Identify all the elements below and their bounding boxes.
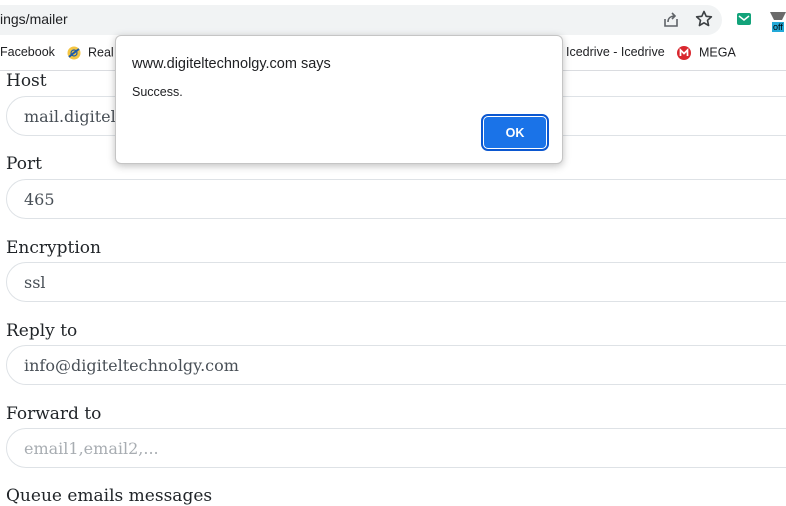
- bookmark-label: Icedrive - Icedrive: [566, 45, 665, 59]
- mega-icon: [677, 46, 691, 60]
- share-icon[interactable]: [662, 11, 680, 29]
- off-extension-icon[interactable]: off: [766, 10, 786, 32]
- alert-dialog: www.digiteltechnolgy.com says Success. O…: [115, 35, 563, 164]
- reply-to-input[interactable]: info@digiteltechnolgy.com: [6, 345, 786, 385]
- dialog-message: Success.: [132, 85, 183, 99]
- reply-to-value: info@digiteltechnolgy.com: [24, 356, 239, 375]
- bookmark-mega[interactable]: MEGA: [676, 45, 736, 61]
- port-label: Port: [6, 154, 42, 174]
- bookmark-real[interactable]: Real: [66, 45, 114, 61]
- url-text[interactable]: ings/mailer: [0, 11, 68, 27]
- port-input[interactable]: 465: [6, 179, 786, 219]
- mail-extension-icon[interactable]: [736, 12, 752, 26]
- forward-to-label: Forward to: [6, 404, 102, 424]
- host-value: mail.digitelt: [24, 107, 123, 126]
- omnibox[interactable]: [0, 5, 722, 35]
- bookmark-icedrive[interactable]: Icedrive - Icedrive: [566, 45, 665, 59]
- encryption-input[interactable]: ssl: [6, 262, 786, 302]
- star-icon[interactable]: [695, 10, 713, 28]
- reply-to-label: Reply to: [6, 321, 78, 341]
- real-bookmark-icon: [67, 46, 81, 60]
- forward-to-input[interactable]: email1,email2,...: [6, 428, 786, 468]
- bookmark-label: Facebook: [0, 45, 55, 59]
- dialog-title: www.digiteltechnolgy.com says: [132, 56, 331, 72]
- extension-badge: off: [772, 22, 784, 32]
- address-bar-area: ings/mailer off: [0, 0, 786, 38]
- host-label: Host: [6, 71, 47, 91]
- port-value: 465: [24, 190, 55, 209]
- bookmark-label: Real: [88, 45, 114, 60]
- forward-to-placeholder: email1,email2,...: [24, 439, 159, 458]
- encryption-label: Encryption: [6, 238, 101, 258]
- queue-label: Queue emails messages: [6, 486, 213, 506]
- encryption-value: ssl: [24, 273, 46, 292]
- ok-button[interactable]: OK: [481, 114, 549, 151]
- bookmark-facebook[interactable]: Facebook: [0, 45, 55, 59]
- bookmark-label: MEGA: [699, 45, 736, 60]
